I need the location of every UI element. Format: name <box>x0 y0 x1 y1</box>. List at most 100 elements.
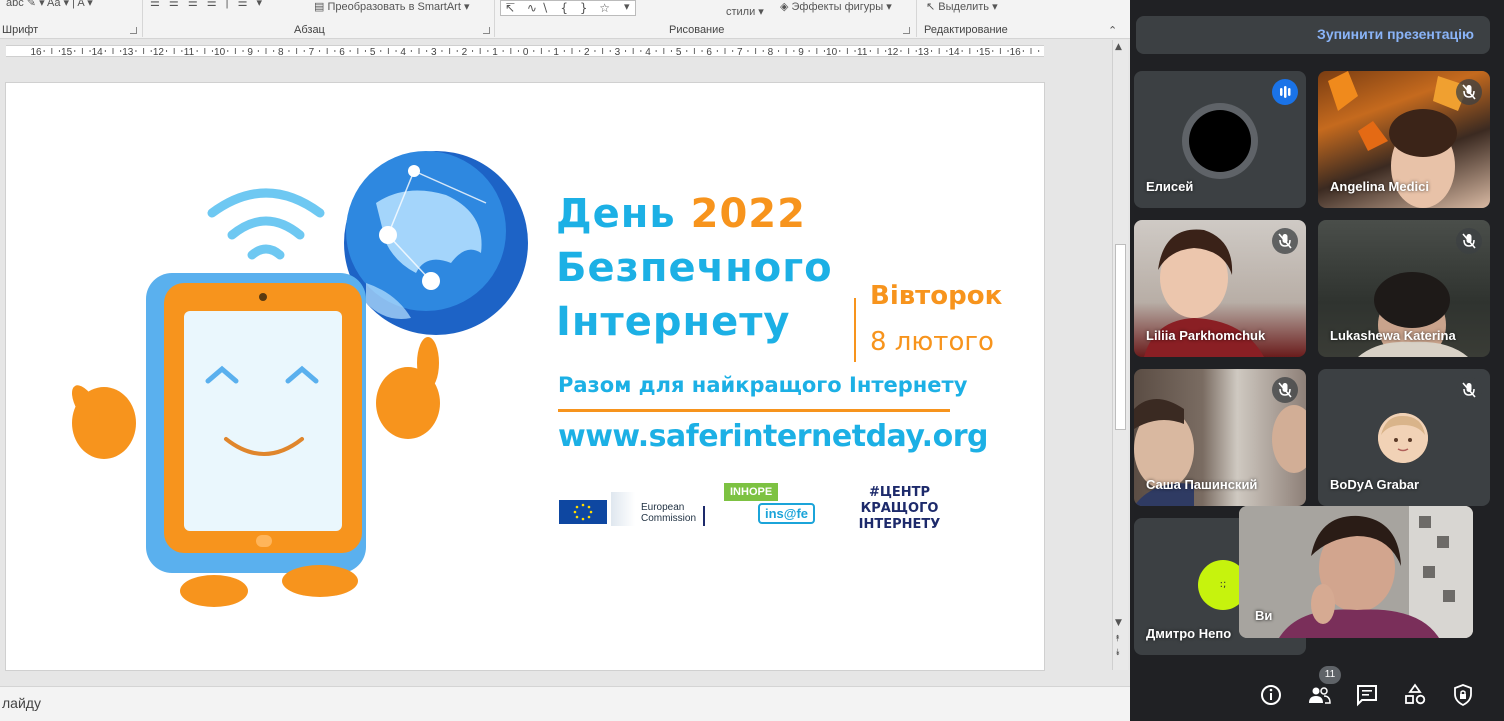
ruler-tick <box>548 50 550 52</box>
scroll-down-icon[interactable]: ▼ <box>1115 618 1122 628</box>
ruler-tick <box>426 50 428 52</box>
font-buttons[interactable]: abc ✎ ▾ Aa ▾ | A ▾ <box>6 0 93 9</box>
ruler-label: 3 <box>431 47 437 57</box>
slide-title-line1: День 2022 <box>556 191 806 237</box>
european-commission-logo: European Commission <box>559 488 707 528</box>
ruler-tick <box>854 50 856 52</box>
ruler-tick <box>104 50 106 52</box>
align-buttons[interactable]: ☰ ☰ ☰ ☰ | ☰ ▾ <box>150 0 265 9</box>
collapse-ribbon-button[interactable]: ⌃ <box>1108 24 1117 37</box>
ruler-tick <box>778 50 780 52</box>
chat-icon[interactable] <box>1354 682 1380 708</box>
convert-smartart-button[interactable]: ▤ Преобразовать в SmartArt ▾ <box>314 0 469 13</box>
centr-logo: #ЦЕНТР КРАЩОГО ІНТЕРНЕТУ <box>858 485 941 532</box>
ruler-tick <box>931 50 933 52</box>
slide-canvas[interactable]: День 2022 Безпечного Інтернету Вівторок … <box>5 82 1045 671</box>
slide-url: www.saferinternetday.org <box>558 419 988 454</box>
mic-off-icon <box>1272 228 1298 254</box>
ruler-label: 15 <box>979 47 991 57</box>
speaking-indicator-icon <box>1272 79 1298 105</box>
ruler-tick <box>319 50 321 52</box>
ruler-tick <box>273 50 275 52</box>
horizontal-ruler[interactable]: 16 15 14 13 12 11 10 9 8 7 6 5 4 3 2 1 0 1 2 3 4 5 6 7 8 9 10 11 12 1… <box>0 40 1048 60</box>
ruler-label: 4 <box>400 47 406 57</box>
people-icon[interactable] <box>1306 682 1332 708</box>
ruler-tick <box>533 50 535 52</box>
ruler-label: 1 <box>553 47 559 57</box>
ruler-tick <box>410 50 412 52</box>
ruler-tick <box>579 50 581 52</box>
ruler-tick <box>418 48 420 54</box>
ruler-tick <box>762 50 764 52</box>
participant-tile[interactable]: Angelina Medici <box>1318 71 1490 208</box>
activities-icon[interactable] <box>1402 682 1428 708</box>
select-button[interactable]: ↖ Выделить ▾ <box>926 0 998 13</box>
ruler-tick <box>785 48 787 54</box>
ruler-tick <box>211 50 213 52</box>
scrollbar-thumb[interactable] <box>1115 244 1126 430</box>
participant-name: Lukashewa Katerina <box>1330 328 1456 343</box>
paragraph-dialog-launcher[interactable] <box>483 27 490 34</box>
ruler-label: 16 <box>30 47 42 57</box>
drawing-dialog-launcher[interactable] <box>903 27 910 34</box>
info-icon[interactable] <box>1258 682 1284 708</box>
mic-off-icon <box>1456 377 1482 403</box>
eu-flag-icon <box>559 500 607 524</box>
slide-indicator: лайду <box>2 695 41 711</box>
participant-tile[interactable]: Елисей <box>1134 71 1306 208</box>
next-slide-icon[interactable]: ⯯ <box>1115 648 1120 658</box>
shape-effects-button[interactable]: ◈ Эффекты фигуры ▾ <box>780 0 892 13</box>
ruler-tick <box>992 50 994 52</box>
shapes-gallery[interactable]: ↸ ∿∖ { } ☆ <box>500 0 636 16</box>
ruler-tick <box>839 50 841 52</box>
ruler-tick <box>969 48 971 54</box>
ec-text: European Commission <box>641 502 697 524</box>
ruler-tick <box>449 48 451 54</box>
cursor-icon: ↖ <box>926 1 939 13</box>
ruler-tick <box>441 50 443 52</box>
ruler-tick <box>357 48 359 54</box>
ruler-label: 6 <box>339 47 345 57</box>
ruler-tick <box>296 48 298 54</box>
scroll-up-icon[interactable]: ▲ <box>1115 42 1122 52</box>
ruler-label: 10 <box>214 47 226 57</box>
font-dialog-launcher[interactable] <box>130 27 137 34</box>
participant-tile[interactable]: Саша Пашинский <box>1134 369 1306 506</box>
participant-tile[interactable]: BoDyA Grabar <box>1318 369 1490 506</box>
ruler-tick <box>487 50 489 52</box>
ruler-tick <box>609 50 611 52</box>
quick-styles-button[interactable]: стили ▾ <box>726 5 764 18</box>
prev-slide-icon[interactable]: ⯭ <box>1115 634 1120 644</box>
participant-tile[interactable]: Lukashewa Katerina <box>1318 220 1490 357</box>
slide-title-line3: Інтернету <box>556 299 791 345</box>
ruler-tick <box>869 50 871 52</box>
insafe-label: ins@fe <box>758 503 816 524</box>
ruler-label: 16 <box>1010 47 1022 57</box>
participant-tile[interactable]: Liliia Parkhomchuk <box>1134 220 1306 357</box>
ruler-tick <box>257 50 259 52</box>
ruler-tick <box>334 50 336 52</box>
ruler-tick <box>747 50 749 52</box>
ruler-tick <box>816 48 818 54</box>
ruler-tick <box>571 48 573 54</box>
self-view-tile[interactable]: Ви <box>1239 506 1473 638</box>
ruler-label: 13 <box>918 47 930 57</box>
ruler-tick <box>808 50 810 52</box>
ruler-tick <box>999 48 1001 54</box>
ruler-label: 12 <box>887 47 899 57</box>
vertical-scrollbar[interactable]: ▲ ▼ ⯭ ⯯ <box>1112 40 1128 670</box>
tablet-mascot-illustration <box>72 151 528 607</box>
ruler-label: 8 <box>768 47 774 57</box>
ruler-label: 12 <box>153 47 165 57</box>
shapes-gallery-scroll[interactable]: ▾ <box>624 0 630 13</box>
host-controls-icon[interactable] <box>1450 682 1476 708</box>
ruler-tick <box>686 50 688 52</box>
mic-off-icon <box>1456 79 1482 105</box>
ruler-tick <box>242 50 244 52</box>
event-date: 8 лютого <box>870 327 994 357</box>
participant-name: Елисей <box>1146 179 1194 194</box>
ruler-label: 11 <box>857 47 868 57</box>
participant-count-badge: 11 <box>1319 666 1341 684</box>
stop-presenting-button[interactable]: Зупинити презентацію <box>1317 26 1474 42</box>
ruler-label: 7 <box>737 47 743 57</box>
